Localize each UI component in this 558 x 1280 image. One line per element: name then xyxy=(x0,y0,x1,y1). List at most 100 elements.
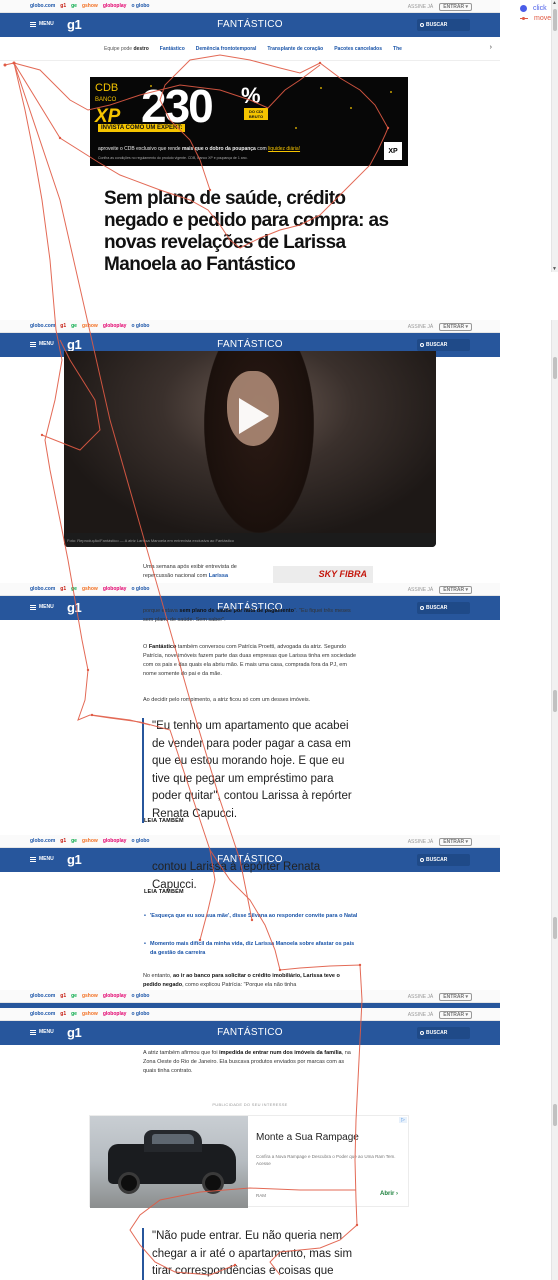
globoplay-link[interactable]: globoplay xyxy=(103,323,127,329)
globo-link[interactable]: globo.com xyxy=(30,323,55,329)
subscribe-link[interactable]: ASSINE JÁ xyxy=(408,4,434,10)
globoplay-link[interactable]: globoplay xyxy=(103,3,127,9)
scroll-down-arrow[interactable]: ▼ xyxy=(551,266,558,272)
legend-move-label: move xyxy=(534,14,552,22)
scrollbar[interactable] xyxy=(551,583,558,835)
ge-link[interactable]: ge xyxy=(71,586,77,592)
g1-link[interactable]: g1 xyxy=(60,323,66,329)
login-button[interactable]: ENTRAR ▾ xyxy=(439,3,472,11)
gshow-link[interactable]: gshow xyxy=(82,993,98,999)
account-area: ASSINE JÁ ENTRAR ▾ xyxy=(408,3,472,11)
topic-fantastico[interactable]: Fantástico xyxy=(160,46,185,52)
search-label: BUSCAR xyxy=(426,605,448,611)
oglobo-link[interactable]: o globo xyxy=(131,993,149,999)
article-paragraph: O Fantástico também conversou com Patríc… xyxy=(143,644,357,677)
subscribe-link[interactable]: ASSINE JÁ xyxy=(408,839,434,845)
globoplay-link[interactable]: globoplay xyxy=(103,838,127,844)
cdb-xp-banner-ad[interactable]: CDB BANCO XP 230 % DO CDI BRUTO INVISTA … xyxy=(90,77,408,166)
topic-transplante[interactable]: Transplante de coração xyxy=(267,46,323,52)
ad-open-button[interactable]: Abrir › xyxy=(380,1191,398,1197)
scroll-up-arrow[interactable]: ▲ xyxy=(551,0,558,6)
oglobo-link[interactable]: o globo xyxy=(131,586,149,592)
ge-link[interactable]: ge xyxy=(71,838,77,844)
search-button[interactable]: BUSCAR xyxy=(417,19,470,31)
search-icon xyxy=(420,606,424,610)
scrollbar[interactable] xyxy=(551,1008,558,1280)
ad-cdb-label: CDB xyxy=(95,82,119,94)
g1-link[interactable]: g1 xyxy=(60,3,66,9)
scrollbar[interactable] xyxy=(551,320,558,583)
subscribe-link[interactable]: ASSINE JÁ xyxy=(408,1012,434,1018)
login-button[interactable]: ENTRAR ▾ xyxy=(439,323,472,331)
gshow-link[interactable]: gshow xyxy=(82,838,98,844)
search-label: BUSCAR xyxy=(426,857,448,863)
login-button[interactable]: ENTRAR ▾ xyxy=(439,838,472,846)
scrollbar[interactable] xyxy=(551,990,558,1008)
globo-top-bar: globo.com g1 ge gshow globoplay o globo … xyxy=(0,990,500,1003)
sky-fibra-logo: SKY FIBRA xyxy=(318,569,367,579)
scrollbar[interactable] xyxy=(551,835,558,990)
search-button[interactable]: BUSCAR xyxy=(417,339,470,351)
gshow-link[interactable]: gshow xyxy=(82,1011,98,1017)
screenshot-frame-5: globo.com g1 ge gshow globoplay o globo … xyxy=(0,990,500,1008)
subscribe-link[interactable]: ASSINE JÁ xyxy=(408,324,434,330)
g1-link[interactable]: g1 xyxy=(60,838,66,844)
g1-link[interactable]: g1 xyxy=(60,993,66,999)
oglobo-link[interactable]: o globo xyxy=(131,3,149,9)
site-header: MENU g1 FANTÁSTICO BUSCAR xyxy=(0,13,500,37)
scrollbar-thumb[interactable] xyxy=(553,690,557,712)
ge-link[interactable]: ge xyxy=(71,993,77,999)
legend-click-label: click xyxy=(533,4,547,12)
ge-link[interactable]: ge xyxy=(71,3,77,9)
oglobo-link[interactable]: o globo xyxy=(131,838,149,844)
account-area: ASSINE JÁ ENTRAR ▾ xyxy=(408,993,472,1001)
ad-percent: % xyxy=(241,83,261,108)
login-button[interactable]: ENTRAR ▾ xyxy=(439,1011,472,1019)
scrollbar-thumb[interactable] xyxy=(553,1104,557,1126)
ram-rampage-ad[interactable]: Monte a Sua Rampage Confira a Nova Rampa… xyxy=(89,1115,409,1208)
play-icon[interactable] xyxy=(239,398,269,434)
search-button[interactable]: BUSCAR xyxy=(417,602,470,614)
gshow-link[interactable]: gshow xyxy=(82,3,98,9)
sky-fibra-ad[interactable]: SKY FIBRA xyxy=(273,566,373,584)
account-area: ASSINE JÁ ENTRAR ▾ xyxy=(408,586,472,594)
login-button[interactable]: ENTRAR ▾ xyxy=(439,586,472,594)
ge-link[interactable]: ge xyxy=(71,1011,77,1017)
related-link[interactable]: Momento mais difícil da minha vida, diz … xyxy=(144,940,360,958)
g1-link[interactable]: g1 xyxy=(60,1011,66,1017)
globoplay-link[interactable]: globoplay xyxy=(103,1011,127,1017)
globo-link[interactable]: globo.com xyxy=(30,3,55,9)
globo-link[interactable]: globo.com xyxy=(30,586,55,592)
globoplay-link[interactable]: globoplay xyxy=(103,586,127,592)
g1-link[interactable]: g1 xyxy=(60,586,66,592)
search-button[interactable]: BUSCAR xyxy=(417,1027,470,1039)
topic-pacotes[interactable]: Pacotes cancelados xyxy=(334,46,382,52)
scrollbar-thumb[interactable] xyxy=(553,9,557,31)
article-paragraph: porque estava sem plano de saúde por fal… xyxy=(143,608,351,623)
globo-link[interactable]: globo.com xyxy=(30,838,55,844)
subscribe-link[interactable]: ASSINE JÁ xyxy=(408,994,434,1000)
login-button[interactable]: ENTRAR ▾ xyxy=(439,993,472,1001)
ge-link[interactable]: ge xyxy=(71,323,77,329)
leia-tambem-heading: LEIA TAMBÉM xyxy=(144,818,184,824)
subscribe-link[interactable]: ASSINE JÁ xyxy=(408,587,434,593)
topic-demencia[interactable]: Demência frontotemporal xyxy=(196,46,257,52)
chevron-right-icon[interactable]: › xyxy=(490,44,492,51)
globoplay-link[interactable]: globoplay xyxy=(103,993,127,999)
larissa-link[interactable]: Larissa xyxy=(209,573,228,579)
scrollbar-thumb[interactable] xyxy=(553,357,557,379)
oglobo-link[interactable]: o globo xyxy=(131,1011,149,1017)
video-player[interactable]: Foto: Reprodução/Fantástico — A atriz La… xyxy=(64,351,436,547)
gshow-link[interactable]: gshow xyxy=(82,586,98,592)
leia-tambem-heading: LEIA TAMBÉM xyxy=(144,889,184,895)
topic-the[interactable]: The xyxy=(393,46,402,52)
scrollbar[interactable]: ▲ ▼ xyxy=(551,0,558,272)
globo-link[interactable]: globo.com xyxy=(30,993,55,999)
adchoices-icon[interactable]: ▷ xyxy=(399,1117,407,1123)
related-link[interactable]: 'Esqueça que eu sou sua mãe', disse Silv… xyxy=(144,912,360,921)
scrollbar-thumb[interactable] xyxy=(553,917,557,939)
oglobo-link[interactable]: o globo xyxy=(131,323,149,329)
gshow-link[interactable]: gshow xyxy=(82,323,98,329)
search-button[interactable]: BUSCAR xyxy=(417,854,470,866)
globo-link[interactable]: globo.com xyxy=(30,1011,55,1017)
